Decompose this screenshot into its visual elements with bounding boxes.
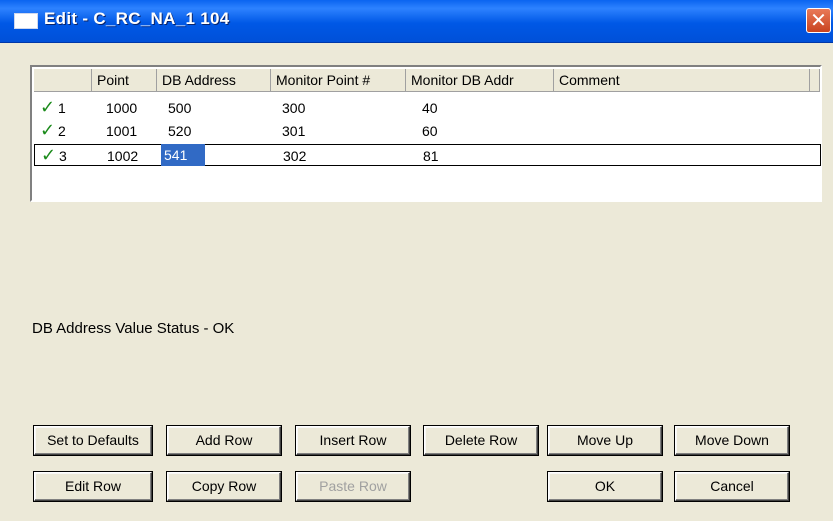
add-row-button[interactable]: Add Row xyxy=(167,426,281,455)
title-bar[interactable]: Edit - C_RC_NA_1 104 ✕ xyxy=(0,0,833,43)
check-icon: ✓ xyxy=(40,120,56,141)
close-button[interactable]: ✕ xyxy=(806,8,831,33)
column-header-monitor-db-addr[interactable]: Monitor DB Addr xyxy=(406,69,554,92)
cell-db-address-selected[interactable]: 541 xyxy=(161,144,205,166)
row-number: 2 xyxy=(58,123,66,139)
cell-point[interactable]: 1002 xyxy=(107,145,138,167)
cell-monitor-point[interactable]: 302 xyxy=(283,145,306,167)
column-header-filler xyxy=(810,69,820,92)
column-header-comment[interactable]: Comment xyxy=(554,69,810,92)
table-row[interactable]: ✓ 1 1000 500 300 40 xyxy=(34,97,821,119)
column-header-rownum[interactable] xyxy=(34,69,92,92)
move-up-button[interactable]: Move Up xyxy=(548,426,662,455)
row-number: 3 xyxy=(59,148,67,164)
row-number: 1 xyxy=(58,100,66,116)
insert-row-button[interactable]: Insert Row xyxy=(296,426,410,455)
move-down-button[interactable]: Move Down xyxy=(675,426,789,455)
status-text: DB Address Value Status - OK xyxy=(32,320,235,337)
check-icon: ✓ xyxy=(41,145,57,166)
window-icon xyxy=(14,13,38,29)
cell-monitor-point[interactable]: 300 xyxy=(282,97,305,119)
cell-point[interactable]: 1000 xyxy=(106,97,137,119)
edit-row-button[interactable]: Edit Row xyxy=(34,472,152,501)
cell-point[interactable]: 1001 xyxy=(106,120,137,142)
copy-row-button[interactable]: Copy Row xyxy=(167,472,281,501)
cell-monitor-db-addr[interactable]: 81 xyxy=(423,145,439,167)
cell-db-address[interactable]: 520 xyxy=(168,120,191,142)
set-defaults-button[interactable]: Set to Defaults xyxy=(34,426,152,455)
window-title: Edit - C_RC_NA_1 104 xyxy=(44,9,230,28)
check-icon: ✓ xyxy=(40,97,56,118)
column-header-db-address[interactable]: DB Address xyxy=(157,69,271,92)
table-row[interactable]: ✓ 2 1001 520 301 60 xyxy=(34,120,821,142)
cell-db-address[interactable]: 500 xyxy=(168,97,191,119)
cell-monitor-point[interactable]: 301 xyxy=(282,120,305,142)
delete-row-button[interactable]: Delete Row xyxy=(424,426,538,455)
edit-dialog-window: Edit - C_RC_NA_1 104 ✕ Point DB Address … xyxy=(0,0,833,521)
ok-button[interactable]: OK xyxy=(548,472,662,501)
point-grid[interactable]: Point DB Address Monitor Point # Monitor… xyxy=(30,65,822,202)
column-header-point[interactable]: Point xyxy=(92,69,157,92)
paste-row-button[interactable]: Paste Row xyxy=(296,472,410,501)
cell-monitor-db-addr[interactable]: 60 xyxy=(422,120,438,142)
table-row-selected[interactable]: ✓ 3 1002 541 302 81 xyxy=(34,144,821,166)
column-header-monitor-point[interactable]: Monitor Point # xyxy=(271,69,406,92)
close-icon: ✕ xyxy=(810,8,827,32)
cancel-button[interactable]: Cancel xyxy=(675,472,789,501)
cell-monitor-db-addr[interactable]: 40 xyxy=(422,97,438,119)
grid-header: Point DB Address Monitor Point # Monitor… xyxy=(34,69,820,92)
